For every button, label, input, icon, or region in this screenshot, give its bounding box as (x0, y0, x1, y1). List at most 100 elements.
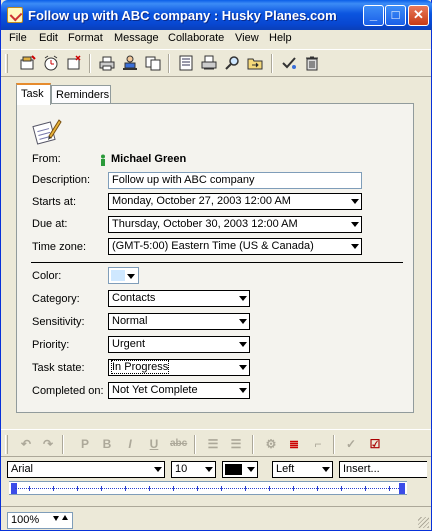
bold-button[interactable]: B (99, 436, 115, 452)
zoom-spin-buttons[interactable] (50, 513, 72, 528)
chevron-down-icon[interactable] (243, 462, 257, 477)
font-toolbar: Arial 10 Left Insert... (1, 459, 431, 479)
zoom-stepper[interactable]: 100% (7, 512, 73, 529)
chevron-down-icon[interactable] (234, 337, 249, 352)
due-at-select[interactable]: Thursday, October 30, 2003 12:00 AM (108, 216, 362, 233)
chevron-down-icon[interactable] (150, 462, 164, 477)
ruler-tick (365, 486, 366, 491)
toolbar-grip[interactable] (5, 435, 8, 454)
completed-on-select[interactable]: Not Yet Complete (108, 382, 250, 399)
chevron-down-icon[interactable] (346, 217, 361, 232)
table-icon[interactable]: ⌐ (310, 436, 326, 452)
plain-text-icon[interactable]: P (77, 436, 93, 452)
new-task-icon[interactable] (19, 54, 37, 72)
bullet-list-icon[interactable]: ≣ (286, 436, 302, 452)
outdent-icon[interactable]: ☰ (228, 436, 244, 452)
underline-button[interactable]: U (146, 436, 162, 452)
chevron-down-icon[interactable] (318, 462, 332, 477)
menu-view[interactable]: View (235, 32, 259, 44)
close-button[interactable]: ✕ (408, 5, 429, 26)
toolbar-separator (62, 435, 64, 454)
chevron-down-icon[interactable] (234, 383, 249, 398)
starts-at-value: Monday, October 27, 2003 12:00 AM (112, 195, 291, 207)
chevron-down-icon[interactable] (125, 269, 137, 282)
category-value: Contacts (112, 292, 156, 304)
trash-icon[interactable] (303, 54, 321, 72)
ruler-track (15, 488, 401, 489)
chevron-down-icon[interactable] (234, 314, 249, 329)
resize-grip[interactable] (418, 517, 429, 528)
task-panel: From: Michael Green Description: Follow … (16, 103, 414, 413)
check-spelling-icon[interactable]: ✓ (343, 436, 359, 452)
insert-select[interactable]: Insert... (339, 461, 427, 478)
ruler-tick (29, 486, 30, 491)
tab-task[interactable]: Task (16, 83, 51, 105)
delete-task-icon[interactable] (65, 54, 83, 72)
text-color-select[interactable] (222, 461, 258, 478)
toolbar-separator (168, 54, 170, 73)
task-window: Follow up with ABC company : Husky Plane… (0, 0, 432, 531)
chevron-down-icon[interactable] (201, 462, 215, 477)
chevron-down-icon[interactable] (234, 360, 249, 375)
move-icon[interactable] (246, 54, 264, 72)
alignment-select[interactable]: Left (272, 461, 333, 478)
description-label: Description: (32, 174, 91, 186)
font-select[interactable]: Arial (7, 461, 165, 478)
reminder-clock-icon[interactable] (42, 54, 60, 72)
print-icon[interactable] (98, 54, 116, 72)
menu-file[interactable]: File (9, 32, 27, 44)
task-state-value: In Progress (110, 360, 170, 374)
ruler[interactable] (9, 481, 407, 495)
toolbar-grip[interactable] (5, 54, 8, 73)
text-color-swatch (225, 464, 242, 475)
spellcheck-icon[interactable]: ⚙ (263, 436, 279, 452)
from-value: Michael Green (111, 153, 187, 165)
zoom-down-icon[interactable] (53, 516, 59, 521)
menu-message[interactable]: Message (114, 32, 159, 44)
menu-format[interactable]: Format (68, 32, 103, 44)
zoom-up-icon[interactable] (62, 515, 68, 520)
category-select[interactable]: Contacts (108, 290, 250, 307)
minimize-button[interactable]: _ (363, 5, 384, 26)
font-size-select[interactable]: 10 (171, 461, 216, 478)
menu-edit[interactable]: Edit (39, 32, 58, 44)
task-state-select[interactable]: In Progress (108, 359, 250, 376)
copy-icon[interactable] (144, 54, 162, 72)
redo-icon[interactable]: ↷ (40, 436, 56, 452)
completed-label: Completed on: (32, 385, 104, 397)
font-size-value: 10 (175, 463, 188, 475)
color-picker[interactable] (108, 267, 139, 284)
sensitivity-select[interactable]: Normal (108, 313, 250, 330)
zoom-value: 100% (11, 514, 40, 526)
strikethrough-icon[interactable]: abc (170, 436, 187, 452)
mark-done-icon[interactable] (280, 54, 298, 72)
undo-icon[interactable]: ↶ (18, 436, 34, 452)
starts-at-select[interactable]: Monday, October 27, 2003 12:00 AM (108, 193, 362, 210)
menu-help[interactable]: Help (269, 32, 292, 44)
menu-collaborate[interactable]: Collaborate (168, 32, 224, 44)
chevron-down-icon[interactable] (346, 239, 361, 254)
maximize-button[interactable]: □ (385, 5, 406, 26)
find-icon[interactable] (223, 54, 241, 72)
notes-icon[interactable] (177, 54, 195, 72)
indent-icon[interactable]: ☰ (205, 436, 221, 452)
title-bar[interactable]: Follow up with ABC company : Husky Plane… (1, 0, 432, 30)
starts-label: Starts at: (32, 196, 77, 208)
insert-value: Insert... (343, 463, 380, 475)
right-indent-marker[interactable] (399, 483, 405, 494)
category-label: Category: (32, 293, 80, 305)
print-preview-icon[interactable] (200, 54, 218, 72)
italic-button[interactable]: I (122, 436, 138, 452)
timezone-select[interactable]: (GMT-5:00) Eastern Time (US & Canada) (108, 238, 362, 255)
priority-value: Urgent (112, 338, 146, 350)
chevron-down-icon[interactable] (234, 291, 249, 306)
toolbar-separator (194, 435, 196, 454)
tab-reminders[interactable]: Reminders (51, 85, 111, 105)
checkbox-icon[interactable]: ☑ (367, 436, 383, 452)
priority-label: Priority: (32, 339, 70, 351)
ruler-tick (197, 486, 198, 491)
chevron-down-icon[interactable] (346, 194, 361, 209)
description-field[interactable]: Follow up with ABC company (108, 172, 362, 189)
assign-icon[interactable] (121, 54, 139, 72)
priority-select[interactable]: Urgent (108, 336, 250, 353)
